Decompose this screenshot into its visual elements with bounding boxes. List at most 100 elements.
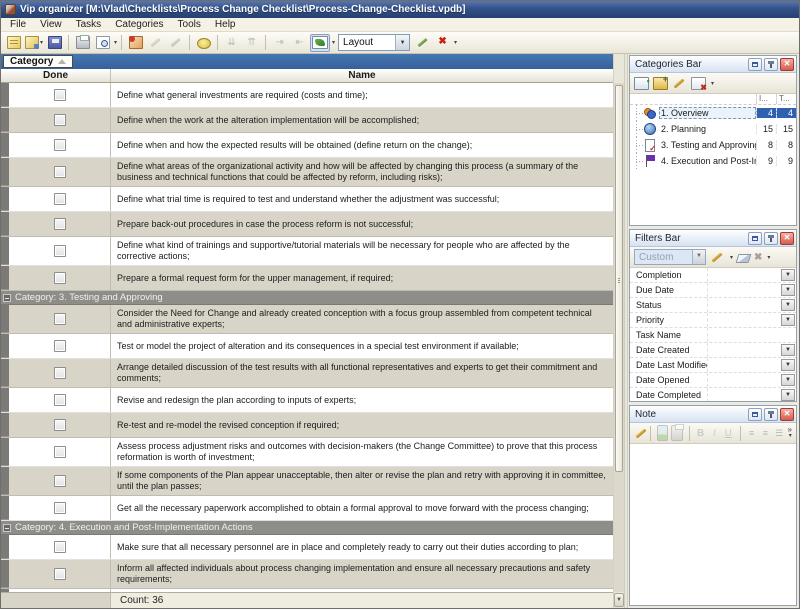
filter-preset-select[interactable]: Custom ▼ xyxy=(634,249,706,265)
add-category-icon[interactable] xyxy=(634,77,649,90)
filters-panel-title-bar[interactable]: Filters Bar ✕ xyxy=(630,230,796,247)
group-by-category-button[interactable]: Category xyxy=(3,55,73,68)
category-tree-item[interactable]: 1. Overview 4 4 xyxy=(630,105,796,121)
filter-dropdown-button[interactable]: ▼ xyxy=(781,374,795,386)
checklist-row[interactable]: Consider the Need for Change and already… xyxy=(1,305,613,334)
indent-button[interactable]: ⇥ xyxy=(270,34,289,52)
done-checkbox[interactable] xyxy=(54,446,66,458)
collapse-icon[interactable] xyxy=(3,524,11,532)
done-checkbox[interactable] xyxy=(54,193,66,205)
note-toolbar-overflow-button[interactable]: »▾ xyxy=(788,427,792,439)
categories-toolbar-arrow-icon[interactable]: ▾ xyxy=(711,80,714,87)
layout-view-button[interactable] xyxy=(310,34,330,52)
delete-layout-button[interactable]: ✖ xyxy=(433,34,452,52)
align-left-button[interactable]: ≡ xyxy=(746,425,757,441)
done-checkbox[interactable] xyxy=(54,394,66,406)
layout-view-arrow-icon[interactable]: ▾ xyxy=(332,39,335,46)
layout-options-arrow-icon[interactable]: ▾ xyxy=(454,39,457,46)
checklist-row[interactable]: Assess process adjustment risks and outc… xyxy=(1,438,613,467)
insert-image-icon[interactable] xyxy=(657,425,668,441)
filter-dropdown-button[interactable]: ▼ xyxy=(781,359,795,371)
apply-filter-icon[interactable] xyxy=(710,251,725,264)
filter-row[interactable]: Date Opened ▼ xyxy=(630,373,796,388)
categories-close-button[interactable]: ✕ xyxy=(780,58,794,71)
filter-dropdown-button[interactable]: ▼ xyxy=(781,299,795,311)
done-checkbox[interactable] xyxy=(54,272,66,284)
filter-dropdown-button[interactable]: ▼ xyxy=(781,389,795,401)
filter-row[interactable]: Date Created ▼ xyxy=(630,343,796,358)
checklist-row[interactable]: Define what trial time is required to te… xyxy=(1,187,613,212)
menu-help[interactable]: Help xyxy=(208,19,243,30)
checklist-row[interactable]: Define what areas of the organizational … xyxy=(1,158,613,187)
edit-layout-button[interactable] xyxy=(413,34,432,52)
print-preview-button[interactable] xyxy=(93,34,112,52)
done-checkbox[interactable] xyxy=(54,367,66,379)
filter-dropdown-button[interactable]: ▼ xyxy=(781,314,795,326)
note-pin-button[interactable] xyxy=(764,408,778,421)
tree-column-2[interactable]: T... xyxy=(776,94,796,104)
move-down-button[interactable]: ⇊ xyxy=(222,34,241,52)
tree-column-1[interactable]: I... xyxy=(756,94,776,104)
checklist-row[interactable]: Inform all affected individuals about pr… xyxy=(1,560,613,589)
checklist-row[interactable]: Get all the necessary paperwork accompli… xyxy=(1,496,613,521)
done-checkbox[interactable] xyxy=(54,245,66,257)
done-checkbox[interactable] xyxy=(54,313,66,325)
category-group-header[interactable]: Category: 4. Execution and Post-Implemen… xyxy=(1,521,613,535)
done-checkbox[interactable] xyxy=(54,541,66,553)
scrollbar-track[interactable] xyxy=(614,83,624,592)
filter-row[interactable]: Priority ▼ xyxy=(630,313,796,328)
print-button[interactable] xyxy=(73,34,92,52)
menu-view[interactable]: View xyxy=(33,19,69,30)
checklist-row[interactable]: Define when the work at the alteration i… xyxy=(1,108,613,133)
filter-dropdown-button[interactable]: ▼ xyxy=(781,269,795,281)
apply-filter-arrow-icon[interactable]: ▾ xyxy=(730,254,733,261)
title-bar[interactable]: Vip organizer [M:\Vlad\Checklists\Proces… xyxy=(1,1,799,18)
checklist-row[interactable]: Arrange detailed discussion of the test … xyxy=(1,359,613,388)
layout-select-arrow-icon[interactable]: ▼ xyxy=(395,35,409,50)
note-close-button[interactable]: ✕ xyxy=(780,408,794,421)
category-tree-item[interactable]: 2. Planning 15 15 xyxy=(630,121,796,137)
filter-row[interactable]: Due Date ▼ xyxy=(630,283,796,298)
checklist-row[interactable]: Make sure that all necessary personnel a… xyxy=(1,535,613,560)
add-subcategory-icon[interactable] xyxy=(653,77,668,90)
categories-restore-button[interactable] xyxy=(748,58,762,71)
done-checkbox[interactable] xyxy=(54,419,66,431)
checklist-row[interactable]: Define when and how the expected results… xyxy=(1,133,613,158)
clear-filter-icon[interactable] xyxy=(736,254,752,263)
edit-category-icon[interactable] xyxy=(672,77,687,90)
layout-select[interactable]: Layout ▼ xyxy=(338,34,410,51)
italic-button[interactable]: I xyxy=(709,425,720,441)
move-up-button[interactable]: ⇈ xyxy=(242,34,261,52)
note-content[interactable] xyxy=(630,444,796,605)
checklist-row[interactable]: Prepare a formal request form for the up… xyxy=(1,266,613,291)
align-center-button[interactable]: ≡ xyxy=(760,425,771,441)
menu-tasks[interactable]: Tasks xyxy=(69,19,109,30)
save-button[interactable] xyxy=(45,34,64,52)
remove-filter-icon[interactable]: ✖ xyxy=(754,252,762,263)
delete-task-button[interactable] xyxy=(166,34,185,52)
checklist-row[interactable]: Re-test and re-model the revised concept… xyxy=(1,413,613,438)
print-note-icon[interactable] xyxy=(671,425,682,441)
done-checkbox[interactable] xyxy=(54,89,66,101)
filter-row[interactable]: Status ▼ xyxy=(630,298,796,313)
menu-categories[interactable]: Categories xyxy=(108,19,170,30)
category-group-header[interactable]: Category: 3. Testing and Approving xyxy=(1,291,613,305)
outdent-button[interactable]: ⇤ xyxy=(290,34,309,52)
checklist-row[interactable]: Revise and redesign the plan according t… xyxy=(1,388,613,413)
done-checkbox[interactable] xyxy=(54,340,66,352)
filter-preset-arrow-icon[interactable]: ▼ xyxy=(692,250,705,264)
edit-note-icon[interactable] xyxy=(634,427,644,440)
menu-tools[interactable]: Tools xyxy=(171,19,208,30)
done-checkbox[interactable] xyxy=(54,568,66,580)
dropdown-arrow-icon[interactable]: ▾ xyxy=(40,39,43,46)
done-checkbox[interactable] xyxy=(54,114,66,126)
underline-button[interactable]: U xyxy=(723,425,734,441)
list-scrollbar[interactable]: ▼ xyxy=(613,54,624,608)
bullet-list-button[interactable]: ☰ xyxy=(774,425,785,441)
collapse-icon[interactable] xyxy=(3,294,11,302)
category-tree-item[interactable]: 3. Testing and Approving 8 8 xyxy=(630,137,796,153)
show-notes-button[interactable] xyxy=(194,34,213,52)
filters-restore-button[interactable] xyxy=(748,232,762,245)
new-checklist-button[interactable] xyxy=(4,34,23,52)
done-checkbox[interactable] xyxy=(54,166,66,178)
